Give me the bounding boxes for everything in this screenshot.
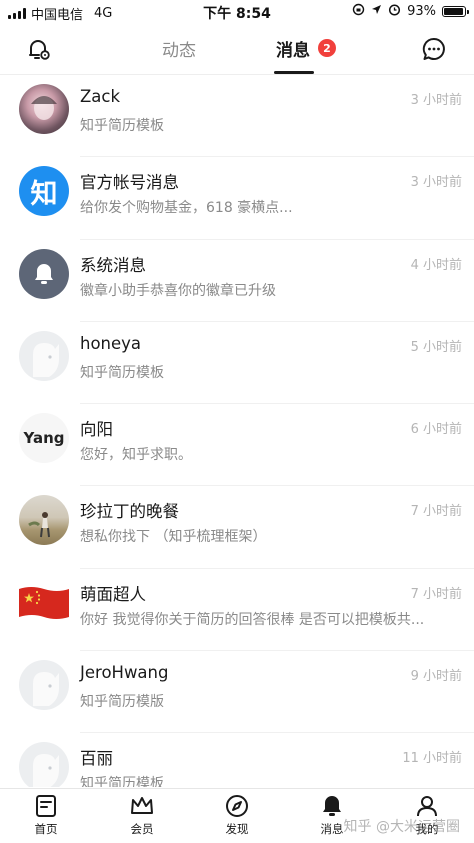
sender-name: 百丽 — [80, 749, 113, 769]
zhihu-logo-avatar: 知 — [19, 166, 69, 217]
sender-name: honeya — [80, 333, 142, 353]
message-preview: 徽章小助手恭喜你的徽章已升级 — [80, 282, 276, 299]
tab-membership[interactable]: 会员 — [112, 793, 172, 837]
message-item[interactable]: Zack 知乎简历模板 3 小时前 — [0, 75, 474, 158]
sender-name: JeroHwang — [80, 663, 169, 683]
location-icon — [371, 4, 382, 19]
home-doc-icon — [16, 793, 76, 819]
zhihu-logo-text: 知 — [30, 178, 58, 210]
message-time: 5 小时前 — [410, 339, 462, 355]
message-item[interactable]: 珍拉丁的晚餐 想私你找下 （知乎梳理框架） 7 小时前 — [0, 486, 474, 569]
tab-messages[interactable]: 消息 — [276, 36, 310, 61]
avatar — [19, 84, 69, 134]
top-header: 动态 消息 2 — [0, 26, 474, 75]
status-bar: 中国电信 4G 下午 8:54 93% — [0, 0, 474, 24]
sender-name: 珍拉丁的晚餐 — [80, 502, 179, 522]
default-avatar — [19, 660, 69, 711]
message-item[interactable]: 萌面超人 你好 我觉得你关于简历的回答很棒 是否可以把模板共... 7 小时前 — [0, 569, 474, 652]
message-item[interactable]: Yang 向阳 您好，知乎求职。 6 小时前 — [0, 404, 474, 487]
message-time: 3 小时前 — [410, 93, 462, 108]
sender-name: 系统消息 — [80, 255, 146, 275]
tab-label: 会员 — [130, 822, 154, 836]
sender-name: 向阳 — [80, 420, 113, 440]
alarm-icon — [388, 3, 401, 20]
flag-avatar — [19, 582, 69, 623]
bell-icon — [35, 263, 53, 284]
compass-icon — [207, 793, 267, 819]
text-avatar: Yang — [19, 413, 69, 464]
message-preview: 给你发个购物基金，618 豪横点... — [80, 200, 293, 217]
message-time: 11 小时前 — [402, 751, 462, 767]
battery-icon — [442, 6, 469, 17]
battery-percent: 93% — [407, 4, 436, 19]
message-list: Zack 知乎简历模板 3 小时前 知 官方帐号消息 给你发个购物基金，618 … — [0, 75, 474, 787]
avatar — [19, 495, 69, 546]
message-preview: 知乎简历模板 — [80, 118, 164, 134]
sender-name: 官方帐号消息 — [80, 173, 179, 193]
avatar-text: Yang — [23, 429, 65, 448]
tab-dynamics[interactable]: 动态 — [162, 36, 196, 61]
watermark: 知乎 @大米运营圈 — [343, 819, 460, 835]
message-item[interactable]: 系统消息 徽章小助手恭喜你的徽章已升级 4 小时前 — [0, 240, 474, 322]
message-item[interactable]: honeya 知乎简历模板 5 小时前 — [0, 322, 474, 405]
message-preview: 知乎简历模版 — [80, 694, 164, 711]
message-time: 4 小时前 — [410, 257, 462, 273]
tab-discover[interactable]: 发现 — [207, 793, 267, 837]
default-avatar — [19, 742, 69, 787]
tab-home[interactable]: 首页 — [16, 793, 76, 837]
message-preview: 知乎简历模板 — [80, 776, 164, 787]
message-time: 6 小时前 — [410, 422, 462, 438]
rotation-lock-icon — [352, 3, 365, 20]
message-time: 9 小时前 — [410, 669, 462, 685]
message-time: 3 小时前 — [410, 175, 462, 191]
system-avatar — [19, 248, 69, 299]
message-time: 7 小时前 — [410, 586, 462, 602]
default-avatar — [19, 330, 69, 381]
tab-label: 发现 — [225, 822, 249, 836]
chat-bubble-icon[interactable] — [419, 34, 449, 64]
message-preview: 想私你找下 （知乎梳理框架） — [80, 529, 267, 546]
unread-badge: 2 — [318, 39, 336, 57]
message-item[interactable]: 百丽 知乎简历模板 11 小时前 — [0, 733, 474, 787]
message-item[interactable]: JeroHwang 知乎简历模版 9 小时前 — [0, 651, 474, 734]
tab-label: 首页 — [34, 822, 58, 836]
sender-name: 萌面超人 — [80, 584, 146, 604]
bell-settings-icon[interactable] — [24, 34, 54, 64]
message-preview: 你好 我觉得你关于简历的回答很棒 是否可以把模板共... — [80, 611, 425, 628]
message-preview: 知乎简历模板 — [80, 364, 164, 381]
active-tab-indicator — [274, 71, 314, 74]
message-preview: 您好，知乎求职。 — [80, 447, 192, 464]
message-item[interactable]: 知 官方帐号消息 给你发个购物基金，618 豪横点... 3 小时前 — [0, 157, 474, 240]
message-time: 7 小时前 — [410, 504, 462, 520]
sender-name: Zack — [80, 87, 121, 106]
crown-icon — [112, 793, 172, 819]
